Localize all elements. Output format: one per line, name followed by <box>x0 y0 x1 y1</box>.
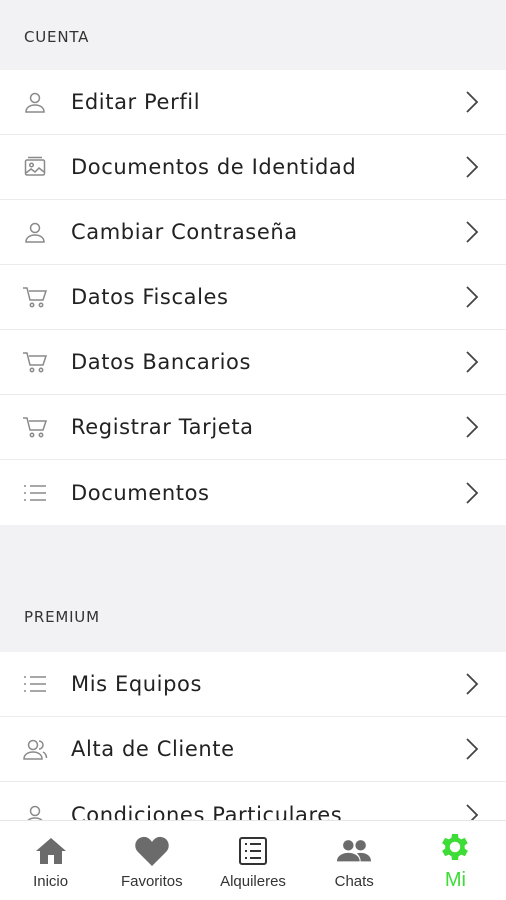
row-label: Registrar Tarjeta <box>71 415 254 439</box>
list-box-icon <box>235 833 271 869</box>
tab-mi[interactable]: Mi <box>405 821 506 900</box>
tab-label: Inicio <box>33 873 69 890</box>
tab-label: Mi <box>444 869 466 891</box>
chevron-right-icon <box>466 416 479 438</box>
tab-alquileres[interactable]: Alquileres <box>202 821 303 900</box>
tab-label: Favoritos <box>120 873 183 890</box>
chevron-right-icon <box>466 351 479 373</box>
list-icon <box>22 480 48 506</box>
home-icon <box>33 833 69 869</box>
chevron-right-icon <box>466 221 479 243</box>
chevron-right-icon <box>466 481 479 504</box>
people-icon <box>336 833 372 869</box>
row-alta-de-cliente[interactable]: Alta de Cliente <box>0 717 506 782</box>
row-label: Alta de Cliente <box>71 737 235 761</box>
user-icon <box>22 89 48 115</box>
row-documentos[interactable]: Documentos <box>0 460 506 525</box>
section-header-cuenta: CUENTA <box>24 28 90 46</box>
row-mis-equipos[interactable]: Mis Equipos <box>0 652 506 717</box>
tab-label: Alquileres <box>220 873 286 890</box>
chevron-right-icon <box>466 286 479 308</box>
tab-label: Chats <box>334 873 374 890</box>
row-label: Editar Perfil <box>71 90 201 114</box>
gear-icon <box>437 829 473 865</box>
row-label: Mis Equipos <box>71 672 203 696</box>
row-documentos-identidad[interactable]: Documentos de Identidad <box>0 135 506 200</box>
cart-icon <box>22 414 48 440</box>
tab-chats[interactable]: Chats <box>304 821 405 900</box>
chevron-right-icon <box>466 673 479 695</box>
row-datos-fiscales[interactable]: Datos Fiscales <box>0 265 506 330</box>
premium-list: Mis Equipos Alta de Cliente Condiciones … <box>0 652 506 847</box>
user-icon <box>22 219 48 245</box>
row-label: Documentos de Identidad <box>71 155 357 179</box>
chevron-right-icon <box>466 91 479 113</box>
heart-icon <box>134 833 170 869</box>
row-registrar-tarjeta[interactable]: Registrar Tarjeta <box>0 395 506 460</box>
list-icon <box>22 671 48 697</box>
row-label: Cambiar Contraseña <box>71 220 298 244</box>
users-icon <box>22 736 48 762</box>
bottom-tab-bar: Inicio Favoritos Alquileres Chats Mi <box>0 820 506 900</box>
row-label: Datos Fiscales <box>71 285 229 309</box>
chevron-right-icon <box>466 156 479 178</box>
row-label: Datos Bancarios <box>71 350 251 374</box>
tab-favoritos[interactable]: Favoritos <box>101 821 202 900</box>
row-cambiar-contrasena[interactable]: Cambiar Contraseña <box>0 200 506 265</box>
section-header-premium: PREMIUM <box>24 608 100 626</box>
cart-icon <box>22 284 48 310</box>
tab-inicio[interactable]: Inicio <box>0 821 101 900</box>
cart-icon <box>22 349 48 375</box>
cuenta-list: Editar Perfil Documentos de Identidad Ca… <box>0 70 506 525</box>
row-editar-perfil[interactable]: Editar Perfil <box>0 70 506 135</box>
settings-screen: CUENTA Editar Perfil Documentos de Ident… <box>0 0 506 900</box>
row-datos-bancarios[interactable]: Datos Bancarios <box>0 330 506 395</box>
id-card-icon <box>22 154 48 180</box>
chevron-right-icon <box>466 738 479 760</box>
row-label: Documentos <box>71 480 210 505</box>
